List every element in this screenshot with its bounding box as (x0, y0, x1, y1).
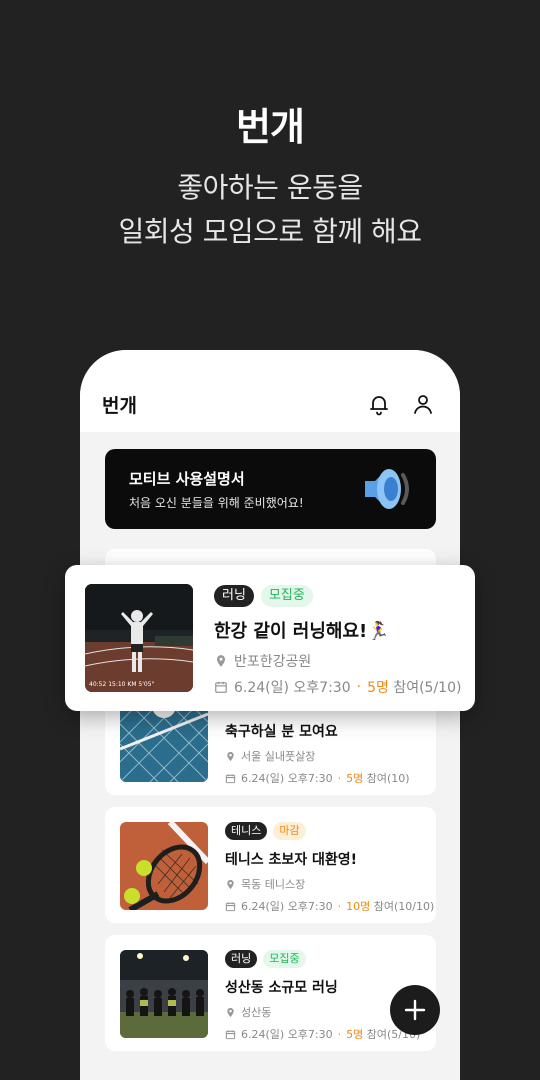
participation-text: 참여(10) (366, 772, 410, 785)
card-time: 6.24(일) 오후7:30 · 10명 참여(10/10) (225, 898, 434, 914)
time-text: 6.24(일) 오후7:30 (241, 772, 333, 785)
location-text: 서울 실내풋살장 (241, 750, 316, 763)
runner-photo: 40:52 15:10 KM 5'05" (85, 584, 193, 692)
add-meetup-button[interactable] (390, 985, 440, 1035)
separator: · (337, 1027, 342, 1041)
tennis-photo (120, 822, 208, 910)
card-time: 6.24(일) 오후7:30 · 5명 참여(5/10) (225, 1026, 420, 1042)
banner-subtitle: 처음 오신 분들을 위해 준비했어요! (129, 496, 304, 510)
phone-mockup: 번개 모티브 사용설명서 처음 오신 분들을 위해 준비했어요! 축구하실 분 … (80, 350, 460, 1080)
status-badge: 마감 (273, 822, 306, 840)
participant-count: 5명 (346, 1028, 364, 1041)
location-text: 성산동 (241, 1006, 272, 1019)
calendar-icon (225, 901, 236, 911)
separator: · (337, 899, 342, 913)
speaker-icon (365, 469, 409, 509)
card-time: 6.24(일) 오후7:30 · 5명 참여(5/10) (214, 677, 461, 697)
participant-count: 10명 (346, 900, 371, 913)
card-title: 성산동 소규모 러닝 (225, 980, 338, 996)
card-tags: 러닝 모집중 (225, 950, 306, 968)
calendar-icon (225, 1029, 236, 1039)
list-item[interactable]: 러닝 모집중 성산동 소규모 러닝 성산동 6.24(일) 오후7:30 · 5… (105, 935, 436, 1051)
card-tags: 테니스 마감 (225, 822, 306, 840)
pin-icon (216, 655, 226, 667)
calendar-icon (215, 681, 227, 693)
card-location: 서울 실내풋살장 (225, 748, 315, 764)
separator: · (337, 771, 342, 785)
status-badge: 모집중 (263, 950, 306, 968)
list-item[interactable]: 테니스 마감 테니스 초보자 대환영! 목동 테니스장 6.24(일) 오후7:… (105, 807, 436, 923)
time-text: 6.24(일) 오후7:30 (241, 900, 333, 913)
promo-subtitle-line2: 일회성 모임으로 함께 해요 (118, 215, 422, 248)
pin-icon (227, 751, 234, 761)
card-tags: 러닝 모집중 (214, 585, 313, 607)
promo-subtitle-line1: 좋아하는 운동을 (177, 171, 363, 204)
plus-icon (404, 999, 426, 1021)
app-header: 번개 (80, 350, 460, 432)
time-text: 6.24(일) 오후7:30 (234, 680, 351, 696)
card-location: 목동 테니스장 (225, 876, 305, 892)
pin-icon (227, 879, 234, 889)
status-badge: 모집중 (260, 585, 313, 607)
time-text: 6.24(일) 오후7:30 (241, 1028, 333, 1041)
photo-overlay: 40:52 15:10 KM 5'05" (89, 681, 155, 688)
card-location: 반포한강공원 (214, 651, 311, 671)
card-title: 축구하실 분 모여요 (225, 724, 338, 740)
card-title: 한강 같이 러닝해요!🏃‍♀️ (214, 621, 390, 642)
participant-count: 5명 (346, 772, 364, 785)
participation-text: 참여(10/10) (373, 900, 435, 913)
location-text: 목동 테니스장 (241, 878, 306, 891)
user-icon[interactable] (411, 392, 435, 416)
sport-tag: 러닝 (225, 950, 258, 968)
card-title: 테니스 초보자 대환영! (225, 852, 358, 868)
guide-banner[interactable]: 모티브 사용설명서 처음 오신 분들을 위해 준비했어요! (105, 449, 436, 529)
pin-icon (227, 1007, 234, 1017)
calendar-icon (225, 773, 236, 783)
banner-title: 모티브 사용설명서 (129, 470, 245, 488)
card-location: 성산동 (225, 1004, 271, 1020)
location-text: 반포한강공원 (234, 654, 312, 670)
participation-text: 참여(5/10) (393, 680, 462, 696)
promo-title: 번개 (236, 105, 305, 149)
sport-tag: 테니스 (225, 822, 268, 840)
group-running-photo (120, 950, 208, 1038)
separator: · (356, 679, 362, 695)
promo-subtitle: 좋아하는 운동을 일회성 모임으로 함께 해요 (0, 166, 540, 254)
sport-tag: 러닝 (214, 585, 254, 607)
app-title: 번개 (102, 395, 137, 417)
featured-card[interactable]: 40:52 15:10 KM 5'05" 러닝 모집중 한강 같이 러닝해요!🏃… (65, 565, 475, 711)
card-time: 6.24(일) 오후7:30 · 5명 참여(10) (225, 770, 410, 786)
bell-icon[interactable] (367, 392, 391, 416)
participant-count: 5명 (367, 680, 389, 696)
